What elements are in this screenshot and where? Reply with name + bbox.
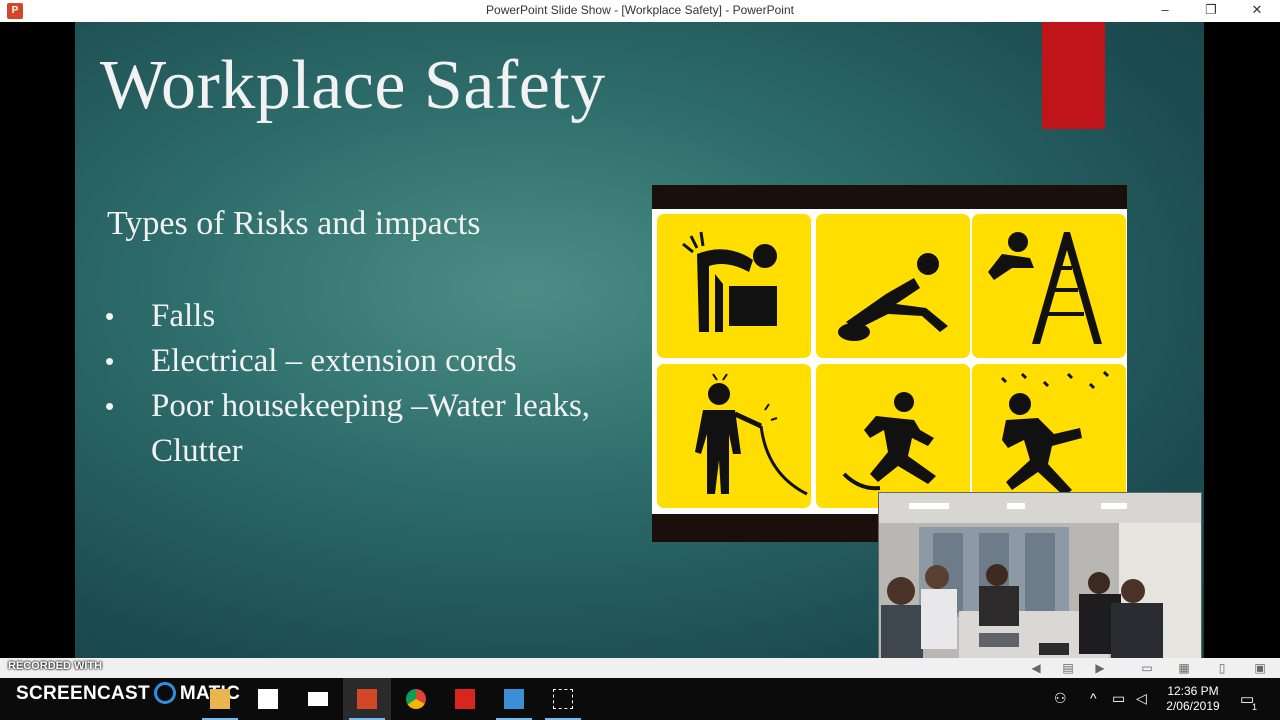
clock-date: 2/06/2019 [1166,699,1220,713]
accent-bar [1042,22,1105,129]
bullet-symbol: • [105,346,115,376]
slide-sorter-icon[interactable]: ▦ [1177,661,1191,675]
bullet-item: • Electrical – extension cords [105,339,645,384]
clock-time: 12:36 PM [1167,684,1219,698]
bullet-text: Electrical – extension cords [151,343,517,379]
previous-slide-icon[interactable]: ◀ [1029,661,1043,675]
bullet-text: Falls [151,298,216,334]
powerpoint-taskbar-icon[interactable] [343,678,391,720]
next-slide-icon[interactable]: ▶ [1093,661,1107,675]
reading-view-icon[interactable]: ▯ [1215,661,1229,675]
people-icon[interactable]: ⚇ [1054,690,1067,707]
minimize-button[interactable]: – [1142,0,1188,22]
windows-taskbar: SCREENCASTMATIC ⚇ ^ ▭ ◁ 12:36 PM 2/06/20… [0,678,1280,720]
lifting-injury-icon [657,214,811,358]
slide-show-icon[interactable]: ▣ [1253,661,1267,675]
store-icon[interactable] [244,678,292,720]
picture-white-frame [652,209,1127,514]
brand-left: SCREENCAST [16,683,150,704]
restore-button[interactable]: ❐ [1188,0,1234,22]
recorded-with-watermark: RECORDED WITH [8,660,103,672]
system-clock[interactable]: 12:36 PM 2/06/2019 [1158,684,1228,714]
normal-view-icon[interactable]: ▭ [1140,661,1154,675]
safety-hazards-picture [652,185,1127,542]
slip-icon [816,364,970,508]
bullet-symbol: • [105,301,115,331]
slideshow-status-bar: RECORDED WITH ◀ ▤ ▶ ▭ ▦ ▯ ▣ [0,658,1280,678]
volume-icon[interactable]: ◁ [1136,690,1147,707]
slide-menu-icon[interactable]: ▤ [1061,661,1075,675]
window-title-bar: P PowerPoint Slide Show - [Workplace Saf… [0,0,1280,22]
ladder-fall-icon [972,214,1126,358]
snipping-tool-icon[interactable] [539,678,587,720]
trip-fall-icon [816,214,970,358]
slide-subtitle: Types of Risks and impacts [107,205,481,242]
wet-floor-slip-icon [972,364,1126,508]
bullet-item: • Falls [105,294,645,339]
electric-shock-icon [657,364,811,508]
slide-show-stage: Workplace Safety Types of Risks and impa… [0,22,1280,676]
network-icon[interactable]: ▭ [1112,690,1125,707]
close-button[interactable]: ✕ [1234,0,1280,22]
show-hidden-icons-icon[interactable]: ^ [1090,690,1097,706]
bullet-list: • Falls • Electrical – extension cords • Po… [105,294,645,474]
webcam-video-overlay [878,492,1202,676]
notification-count: 1 [1252,702,1258,712]
acrobat-icon[interactable] [441,678,489,720]
bullet-text: Poor housekeeping –Water leaks, Clutter [151,388,591,469]
bullet-symbol: • [105,391,115,421]
chrome-icon[interactable] [392,678,440,720]
slide-title: Workplace Safety [100,47,606,124]
mail-icon[interactable] [294,678,342,720]
brand-o-icon [153,682,176,704]
bullet-item: • Poor housekeeping –Water leaks, Clutter [105,384,645,474]
photos-icon[interactable] [490,678,538,720]
file-explorer-icon[interactable] [196,678,244,720]
window-title: PowerPoint Slide Show - [Workplace Safet… [486,3,794,17]
